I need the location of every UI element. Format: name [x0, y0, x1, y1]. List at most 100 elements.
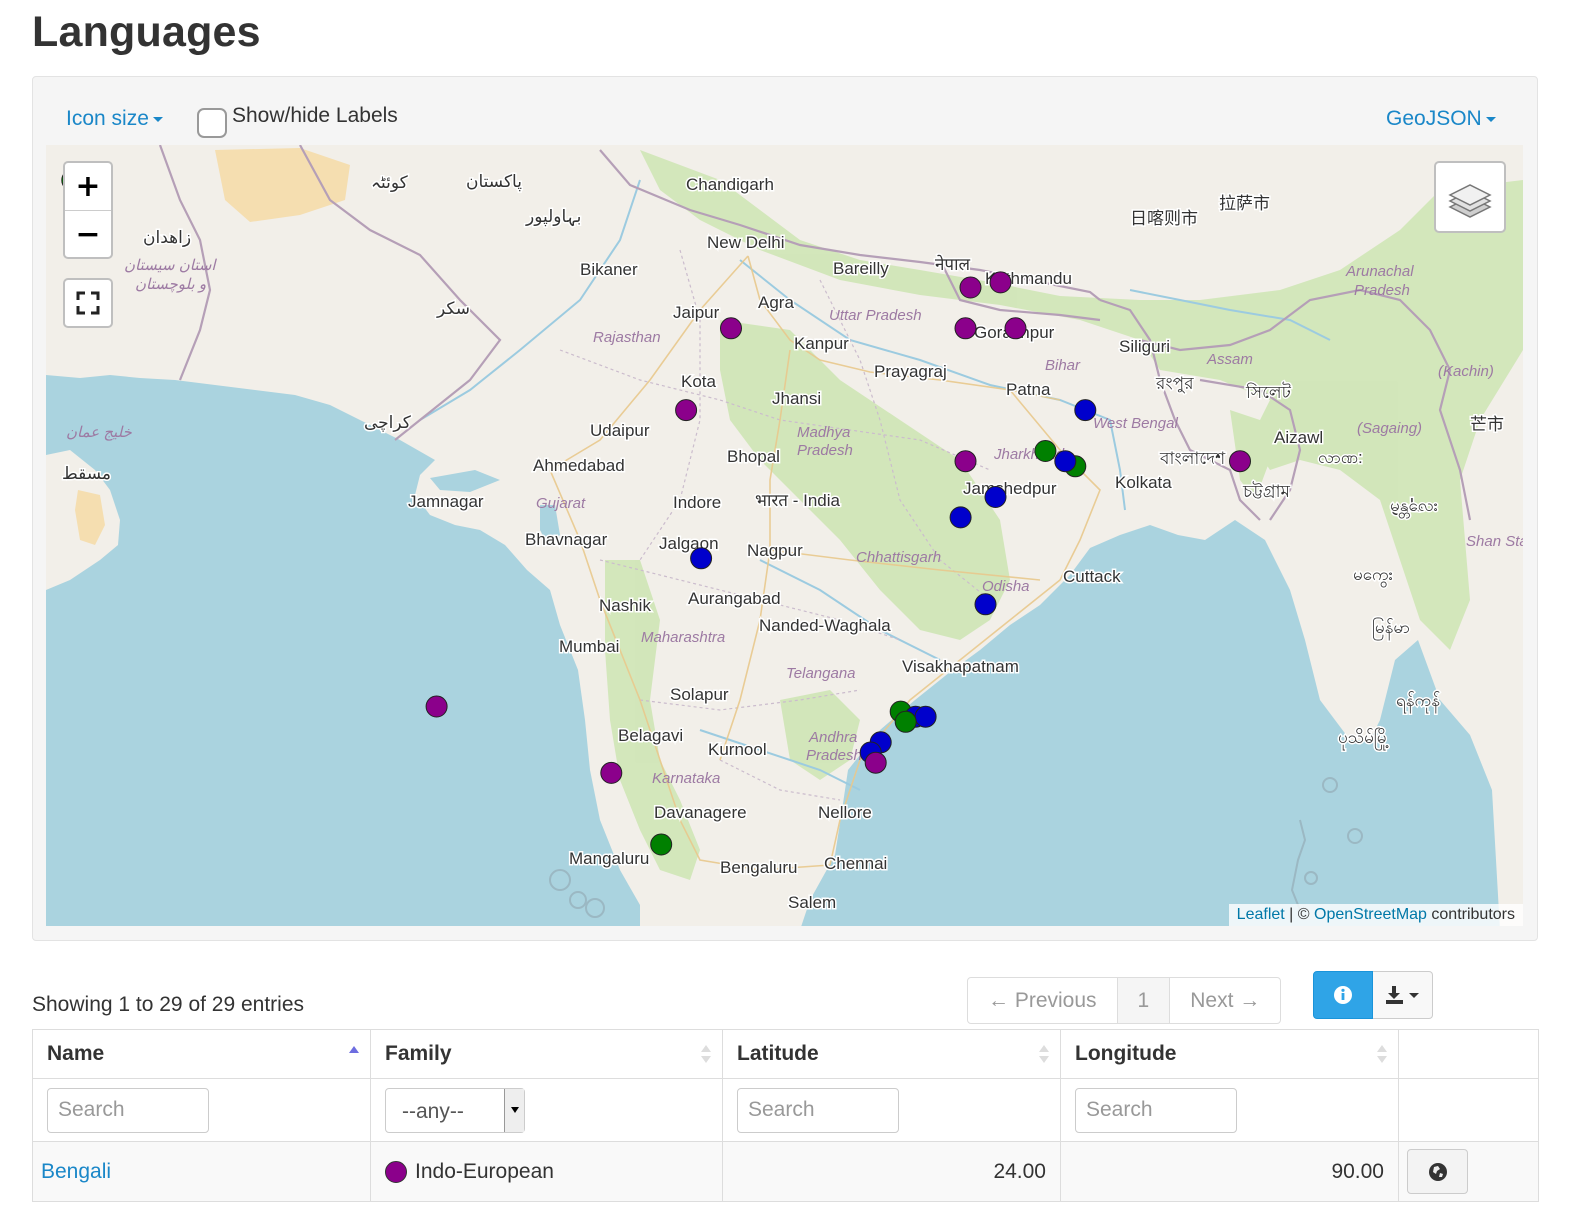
place-label: Mumbai — [559, 637, 619, 656]
place-label: کراچی — [364, 413, 412, 433]
leaflet-link[interactable]: Leaflet — [1237, 906, 1285, 923]
family-cell: Indo-European — [370, 1141, 723, 1202]
family-color-icon — [385, 1160, 407, 1183]
map-tiles[interactable]: Chandigarh New Delhi Bikaner Bareilly नेपाल K… — [46, 145, 1523, 926]
language-marker[interactable] — [1074, 399, 1097, 422]
previous-page-button[interactable]: ← Previous — [968, 978, 1117, 1023]
place-label: Jamnagar — [408, 492, 484, 511]
place-label: Nellore — [818, 803, 872, 822]
labels-checkbox[interactable] — [197, 108, 227, 138]
place-label: भारत - India — [755, 491, 841, 510]
family-label: Indo-European — [415, 1159, 554, 1183]
state-label: Maharashtra — [641, 629, 725, 646]
download-icon — [1385, 986, 1419, 1004]
attribution-separator: | © — [1284, 906, 1314, 923]
language-marker[interactable] — [425, 695, 448, 718]
language-marker[interactable] — [720, 317, 742, 340]
latitude-search-input[interactable] — [737, 1087, 899, 1133]
language-marker[interactable] — [984, 486, 1007, 508]
place-label: New Delhi — [707, 233, 784, 252]
show-on-map-button[interactable] — [1407, 1149, 1468, 1194]
fullscreen-icon — [76, 291, 100, 315]
place-label: Ahmedabad — [533, 456, 625, 475]
column-header-longitude[interactable]: Longitude — [1060, 1029, 1399, 1079]
latitude-filter-cell — [722, 1078, 1061, 1142]
info-icon — [1334, 986, 1352, 1004]
language-marker[interactable] — [959, 276, 982, 299]
next-page-button[interactable]: Next → — [1169, 978, 1280, 1023]
place-label: Udaipur — [590, 421, 650, 440]
name-search-input[interactable] — [47, 1087, 209, 1133]
language-marker[interactable] — [949, 506, 972, 529]
state-label: Karnataka — [652, 770, 720, 787]
language-marker[interactable] — [650, 833, 673, 856]
zoom-in-button[interactable]: + — [65, 163, 111, 210]
place-label: Kurnool — [708, 740, 767, 759]
column-header-family[interactable]: Family — [370, 1029, 723, 1079]
download-dropdown-button[interactable] — [1373, 971, 1433, 1019]
fullscreen-button[interactable] — [63, 278, 113, 328]
attribution-tail: contributors — [1426, 906, 1515, 923]
place-label: کوئٹہ — [371, 173, 409, 192]
state-label: Rajasthan — [593, 329, 661, 346]
language-marker[interactable] — [1054, 450, 1077, 473]
place-label: 拉萨市 — [1219, 194, 1270, 213]
sort-ascending-icon — [349, 1046, 359, 1053]
state-label: Madhya — [797, 424, 850, 441]
place-label: Kolkata — [1115, 473, 1172, 492]
state-label: (Sagaing) — [1357, 420, 1422, 437]
family-filter-select[interactable]: --any-- — [385, 1087, 525, 1133]
state-label: Telangana — [786, 665, 856, 682]
place-label: လာဏ: — [1318, 448, 1363, 467]
language-marker[interactable] — [954, 450, 977, 473]
info-button[interactable] — [1313, 971, 1373, 1019]
column-header-latitude[interactable]: Latitude — [722, 1029, 1061, 1079]
latitude-cell: 24.00 — [722, 1141, 1061, 1202]
layers-button[interactable] — [1434, 161, 1506, 233]
language-marker[interactable] — [989, 271, 1012, 294]
place-label: Indore — [673, 493, 721, 512]
language-marker[interactable] — [894, 710, 917, 733]
state-label: و بلوچستان — [135, 276, 206, 293]
language-marker[interactable] — [1229, 450, 1251, 473]
language-link[interactable]: Bengali — [41, 1160, 111, 1183]
state-label: Assam — [1206, 351, 1253, 368]
globe-icon — [1428, 1162, 1447, 1181]
place-label: Bikaner — [580, 260, 638, 279]
place-label: Chandigarh — [686, 175, 774, 194]
place-label: 日喀则市 — [1130, 209, 1198, 228]
place-label: চট্টগ্রাম — [1242, 481, 1291, 501]
language-marker[interactable] — [675, 399, 698, 422]
place-label: Jalgaon — [659, 534, 719, 553]
place-label: সিলেট — [1245, 382, 1292, 402]
table-row: Bengali Indo-European 24.00 90.00 — [32, 1141, 1539, 1202]
column-header-name[interactable]: Name — [32, 1029, 371, 1079]
place-label: 芒市 — [1470, 415, 1504, 434]
place-label: Bhavnagar — [525, 530, 608, 549]
language-marker[interactable] — [914, 705, 937, 728]
language-marker[interactable] — [600, 761, 623, 784]
osm-link[interactable]: OpenStreetMap — [1314, 906, 1427, 923]
zoom-out-button[interactable]: − — [65, 210, 111, 257]
geojson-dropdown[interactable]: GeoJSON — [1386, 107, 1496, 131]
sort-icon — [701, 1045, 711, 1063]
language-marker[interactable] — [864, 751, 887, 774]
labels-toggle-label: Show/hide Labels — [232, 104, 398, 127]
icon-size-dropdown[interactable]: Icon size — [66, 107, 163, 131]
longitude-search-input[interactable] — [1075, 1087, 1237, 1133]
language-marker[interactable] — [1004, 317, 1027, 340]
sort-icon — [1377, 1045, 1387, 1063]
caret-down-icon — [1485, 116, 1496, 122]
language-marker[interactable] — [1034, 440, 1057, 462]
select-arrow-icon — [504, 1088, 524, 1132]
language-marker[interactable] — [974, 593, 997, 616]
map[interactable]: Chandigarh New Delhi Bikaner Bareilly नेपाल K… — [46, 145, 1523, 926]
sort-icon — [1039, 1045, 1049, 1063]
zoom-control: + − — [63, 161, 113, 259]
family-filter-value: --any-- — [402, 1099, 464, 1123]
page-1-button[interactable]: 1 — [1116, 978, 1170, 1023]
column-family-label: Family — [385, 1042, 452, 1065]
language-marker[interactable] — [690, 547, 713, 570]
place-label: Nagpur — [747, 541, 803, 560]
language-marker[interactable] — [954, 317, 977, 340]
